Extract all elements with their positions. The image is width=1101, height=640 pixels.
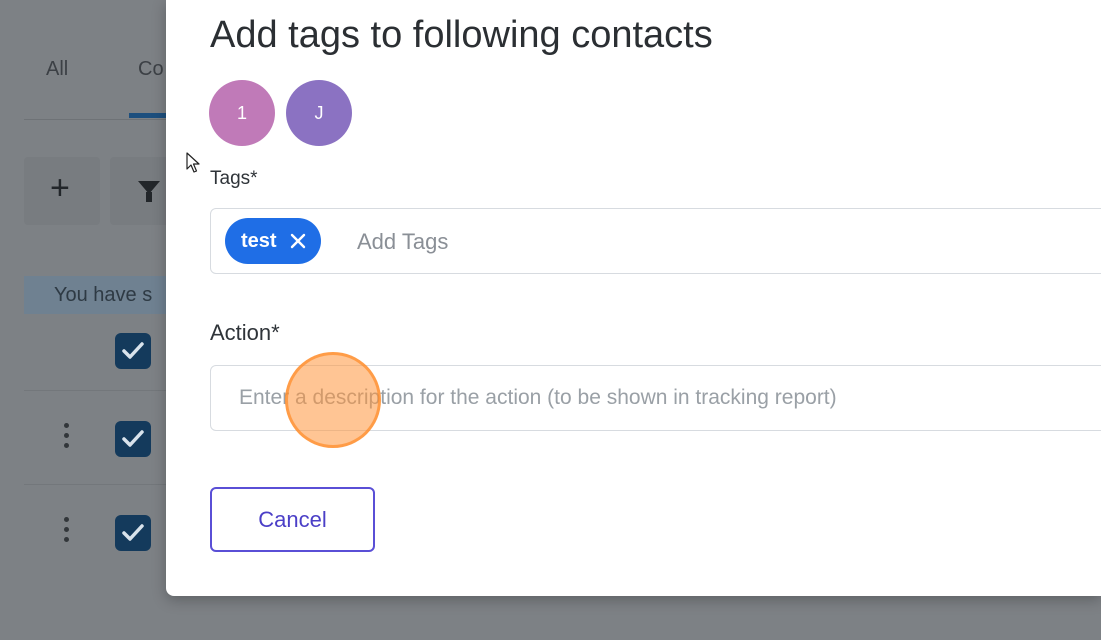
row-divider [24, 484, 169, 485]
tag-chip: test [225, 218, 321, 264]
filter-icon [138, 181, 160, 202]
active-tab-indicator [129, 113, 169, 118]
row-menu-icon[interactable] [64, 423, 70, 453]
mouse-cursor-icon [186, 152, 200, 173]
tab-contacts[interactable]: Co [138, 58, 164, 81]
close-icon[interactable] [289, 232, 307, 250]
tags-input[interactable] [355, 225, 959, 259]
avatar-initial: J [314, 102, 324, 123]
click-indicator [285, 352, 381, 448]
row-checkbox[interactable] [115, 515, 151, 551]
plus-icon: + [50, 169, 70, 207]
avatar: 1 [209, 80, 275, 146]
row-menu-icon[interactable] [64, 517, 70, 547]
avatar: J [286, 80, 352, 146]
action-label: Action* [210, 320, 280, 345]
tag-chip-label: test [241, 229, 277, 252]
row-divider [24, 390, 169, 391]
tags-label: Tags* [210, 168, 258, 189]
selection-banner-text: You have s [54, 284, 153, 306]
cancel-button[interactable]: Cancel [210, 487, 375, 552]
tags-field[interactable]: test [210, 208, 1101, 274]
check-icon [122, 430, 144, 447]
check-icon [122, 342, 144, 359]
tabs-divider [24, 119, 169, 120]
select-all-checkbox[interactable] [115, 333, 151, 369]
row-checkbox[interactable] [115, 421, 151, 457]
avatar-initial: 1 [236, 102, 247, 123]
check-icon [122, 524, 144, 541]
tab-all[interactable]: All [46, 58, 68, 81]
modal-title: Add tags to following contacts [210, 14, 713, 56]
selection-banner: You have s [24, 276, 169, 314]
add-contact-button[interactable]: + [24, 157, 100, 225]
add-tags-modal: Add tags to following contacts 1 J Tags*… [166, 0, 1101, 596]
